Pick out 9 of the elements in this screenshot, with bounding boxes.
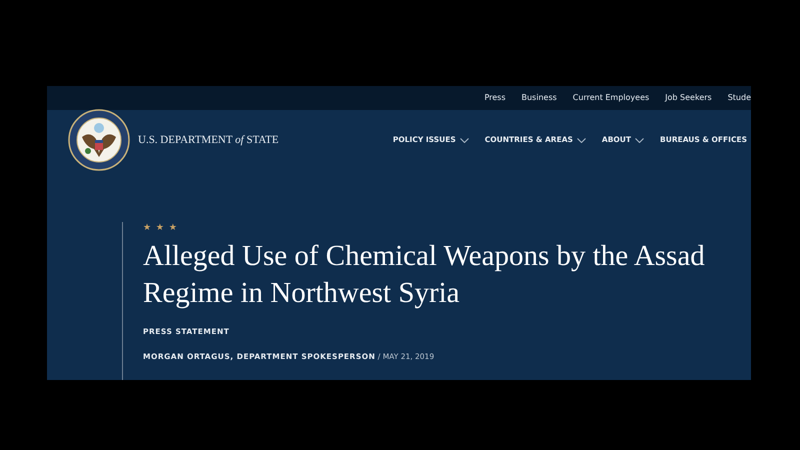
site-title[interactable]: U.S. DEPARTMENT of STATE [138,132,279,148]
stars-decoration: ★ ★ ★ [143,222,179,235]
utility-link[interactable]: Business [522,92,557,104]
utility-link[interactable]: Stude [728,92,751,104]
article-title: Alleged Use of Chemical Weapons by the Assad Regime in Northwest Syria [143,238,706,310]
utility-link[interactable]: Job Seekers [665,92,712,104]
seal-icon[interactable] [68,109,130,171]
utility-link[interactable]: Current Employees [572,92,650,104]
utility-link[interactable]: Press [484,92,506,104]
